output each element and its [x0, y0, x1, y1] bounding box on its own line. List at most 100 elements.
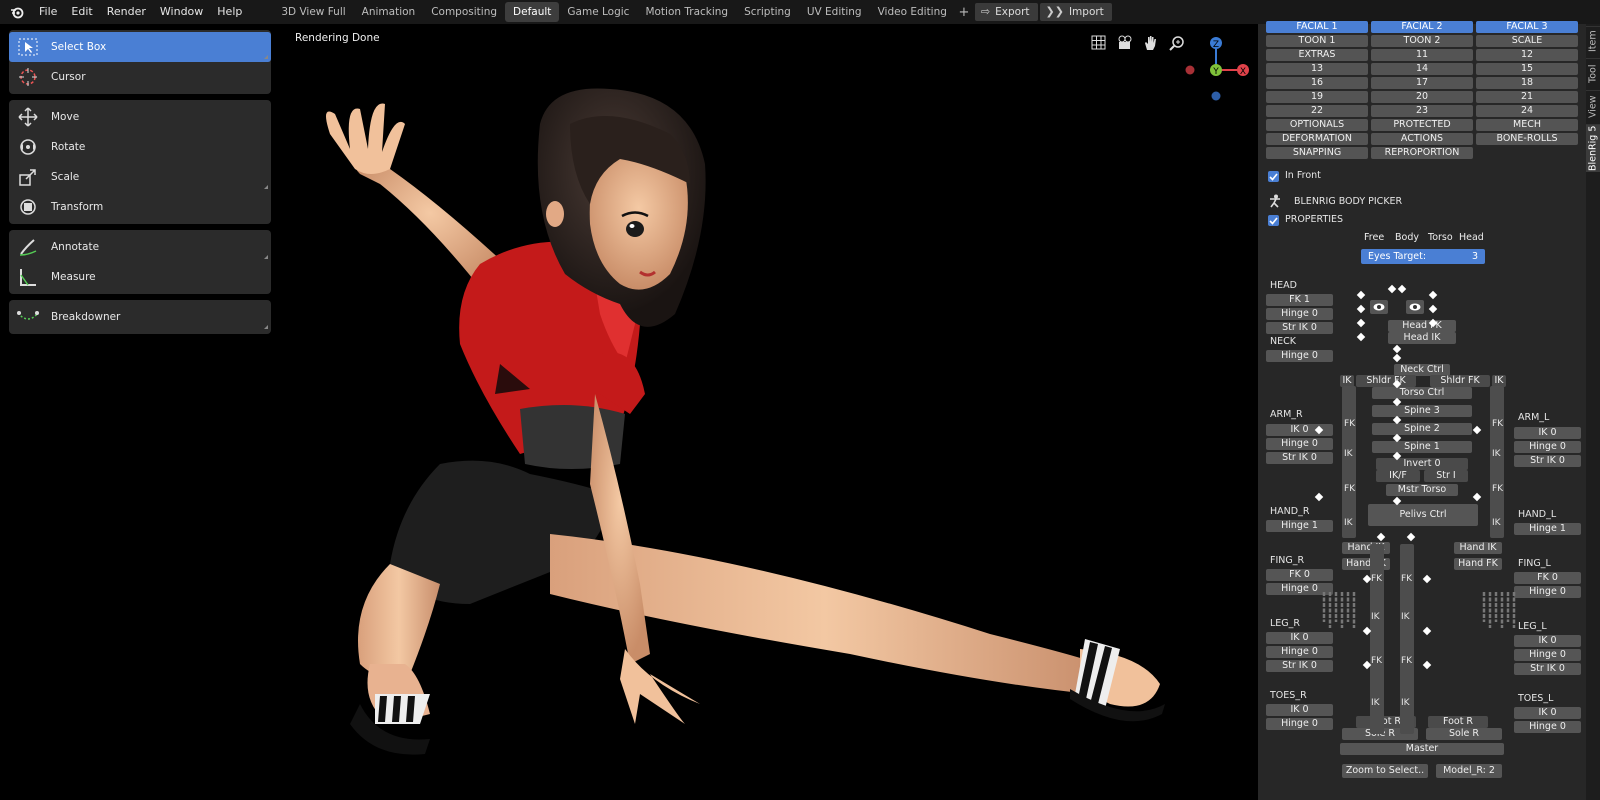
finger-controls[interactable] — [1482, 590, 1518, 640]
tab-default[interactable]: Default — [505, 2, 560, 22]
layer-button[interactable]: DEFORMATION — [1266, 133, 1368, 145]
tab-head[interactable]: Head — [1459, 232, 1484, 243]
hand-ik-l-button[interactable]: Hand IK — [1454, 542, 1502, 554]
layer-button[interactable]: SNAPPING — [1266, 147, 1368, 159]
tool-measure[interactable]: Measure — [9, 262, 271, 292]
tab-body[interactable]: Body — [1395, 232, 1419, 243]
toes-l-hinge-field[interactable]: Hinge 0 — [1514, 721, 1581, 733]
fing-l-fk-field[interactable]: FK 0 — [1514, 572, 1581, 584]
layer-button[interactable]: ACTIONS — [1371, 133, 1473, 145]
toes-r-ik-field[interactable]: IK 0 — [1266, 704, 1333, 716]
layer-button[interactable]: EXTRAS — [1266, 49, 1368, 61]
arm-l-column[interactable] — [1490, 386, 1504, 538]
tool-select-box[interactable]: Select Box — [9, 32, 271, 62]
layer-button[interactable]: FACIAL 3 — [1476, 21, 1578, 33]
hand-pan-icon[interactable] — [1142, 34, 1159, 51]
model-r-field[interactable]: Model_R: 2 — [1436, 764, 1502, 778]
leg-r-str-ik-field[interactable]: Str IK 0 — [1266, 660, 1333, 672]
head-ik-button[interactable]: Head IK — [1388, 332, 1456, 344]
shldr-fk-l-button[interactable]: Shldr FK — [1430, 375, 1490, 387]
tab-animation[interactable]: Animation — [354, 2, 424, 22]
arm-l-str-ik-field[interactable]: Str IK 0 — [1514, 455, 1581, 467]
invert-button[interactable]: Invert 0 — [1376, 458, 1468, 470]
tool-rotate[interactable]: Rotate — [9, 132, 271, 162]
menu-edit[interactable]: Edit — [64, 0, 99, 24]
neck-hinge-field[interactable]: Hinge 0 — [1266, 350, 1333, 362]
zoom-to-select-button[interactable]: Zoom to Select.. — [1342, 764, 1428, 778]
eyes-target-field[interactable]: Eyes Target: 3 — [1361, 249, 1485, 264]
tool-cursor[interactable]: Cursor — [9, 62, 271, 92]
sidetab-item[interactable]: Item — [1586, 26, 1600, 56]
layer-button[interactable]: FACIAL 1 — [1266, 21, 1368, 33]
menu-window[interactable]: Window — [153, 0, 210, 24]
add-workspace-icon[interactable]: + — [955, 5, 973, 20]
foot-l-button[interactable]: Foot R — [1428, 716, 1488, 728]
hand-r-hinge-field[interactable]: Hinge 1 — [1266, 520, 1333, 532]
navigation-gizmo[interactable]: Z Y X — [1180, 30, 1258, 110]
sidetab-tool[interactable]: Tool — [1586, 58, 1600, 88]
layer-button[interactable]: TOON 1 — [1266, 35, 1368, 47]
str-i-button[interactable]: Str I — [1424, 470, 1468, 482]
hand-l-hinge-field[interactable]: Hinge 1 — [1514, 523, 1581, 535]
menu-file[interactable]: File — [32, 0, 64, 24]
menu-help[interactable]: Help — [210, 0, 249, 24]
leg-l-ik-field[interactable]: IK 0 — [1514, 635, 1581, 647]
properties-checkbox[interactable] — [1268, 215, 1279, 226]
layer-button[interactable]: 16 — [1266, 77, 1368, 89]
arm-r-hinge-field[interactable]: Hinge 0 — [1266, 438, 1333, 450]
menu-render[interactable]: Render — [100, 0, 153, 24]
toes-r-hinge-field[interactable]: Hinge 0 — [1266, 718, 1333, 730]
fing-l-hinge-field[interactable]: Hinge 0 — [1514, 586, 1581, 598]
head-fk-field[interactable]: FK 1 — [1266, 294, 1333, 306]
tool-annotate[interactable]: Annotate — [9, 232, 271, 262]
layer-button[interactable]: 20 — [1371, 91, 1473, 103]
toes-l-ik-field[interactable]: IK 0 — [1514, 707, 1581, 719]
arm-l-ik-field[interactable]: IK 0 — [1514, 427, 1581, 439]
finger-controls[interactable] — [1322, 590, 1358, 640]
layer-button[interactable]: 14 — [1371, 63, 1473, 75]
ik-fk-button[interactable]: IK/F — [1376, 470, 1420, 482]
eye-icon[interactable] — [1370, 300, 1388, 314]
layer-button[interactable]: PROTECTED — [1371, 119, 1473, 131]
in-front-checkbox[interactable] — [1268, 171, 1279, 182]
tab-motion-tracking[interactable]: Motion Tracking — [637, 2, 736, 22]
shldr-fk-r-button[interactable]: Shldr FK — [1356, 375, 1416, 387]
master-button[interactable]: Master — [1340, 743, 1504, 755]
import-button[interactable]: ❯❯ Import — [1039, 3, 1112, 21]
layer-button[interactable]: BONE-ROLLS — [1476, 133, 1578, 145]
tab-scripting[interactable]: Scripting — [736, 2, 799, 22]
layer-button[interactable]: 18 — [1476, 77, 1578, 89]
grid-icon[interactable] — [1090, 34, 1107, 51]
leg-r-hinge-field[interactable]: Hinge 0 — [1266, 646, 1333, 658]
layer-button[interactable]: SCALE — [1476, 35, 1578, 47]
tab-compositing[interactable]: Compositing — [423, 2, 505, 22]
sidetab-blenrig[interactable]: BlenRig 5 — [1586, 124, 1600, 172]
tab-video-editing[interactable]: Video Editing — [870, 2, 955, 22]
tab-game-logic[interactable]: Game Logic — [559, 2, 637, 22]
mstr-torso-button[interactable]: Mstr Torso — [1386, 484, 1458, 496]
tool-scale[interactable]: Scale — [9, 162, 271, 192]
layer-button[interactable]: 24 — [1476, 105, 1578, 117]
head-hinge-field[interactable]: Hinge 0 — [1266, 308, 1333, 320]
spine-1-button[interactable]: Spine 1 — [1372, 441, 1472, 453]
arm-l-hinge-field[interactable]: Hinge 0 — [1514, 441, 1581, 453]
tab-uv-editing[interactable]: UV Editing — [799, 2, 870, 22]
tab-3d-view-full[interactable]: 3D View Full — [273, 2, 353, 22]
sidetab-view[interactable]: View — [1586, 90, 1600, 122]
layer-button[interactable]: TOON 2 — [1371, 35, 1473, 47]
tool-transform[interactable]: Transform — [9, 192, 271, 222]
layer-button[interactable]: 22 — [1266, 105, 1368, 117]
3d-viewport[interactable]: Select Box Cursor Move Rotate Scale Tran… — [0, 24, 1258, 800]
layer-button[interactable]: 21 — [1476, 91, 1578, 103]
layer-button[interactable]: REPROPORTION — [1371, 147, 1473, 159]
torso-ctrl-button[interactable]: Torso Ctrl — [1372, 387, 1472, 399]
leg-l-str-ik-field[interactable]: Str IK 0 — [1514, 663, 1581, 675]
fing-r-fk-field[interactable]: FK 0 — [1266, 569, 1333, 581]
spine-2-button[interactable]: Spine 2 — [1372, 423, 1472, 435]
layer-button[interactable]: 17 — [1371, 77, 1473, 89]
hand-fk-l-button[interactable]: Hand FK — [1454, 558, 1502, 570]
layer-button[interactable]: 12 — [1476, 49, 1578, 61]
leg-l-hinge-field[interactable]: Hinge 0 — [1514, 649, 1581, 661]
export-button[interactable]: ⇨ Export — [974, 3, 1038, 21]
arm-r-column[interactable] — [1342, 386, 1356, 538]
